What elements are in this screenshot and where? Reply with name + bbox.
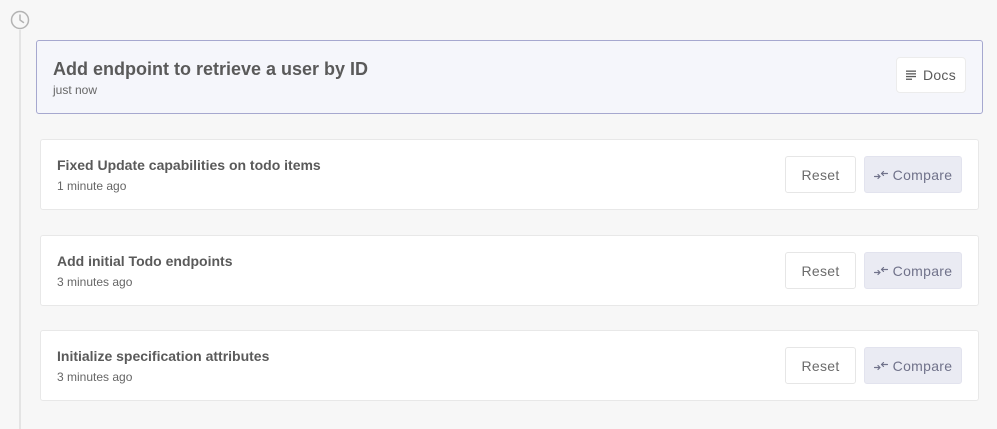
history-item-title: Add initial Todo endpoints <box>57 253 233 269</box>
compare-button-label: Compare <box>892 357 953 374</box>
compare-arrows-icon <box>873 266 888 276</box>
history-item-actions: Reset Compare <box>785 347 962 384</box>
compare-button[interactable]: Compare <box>864 252 962 289</box>
history-item-actions: Reset Compare <box>785 252 962 289</box>
reset-button[interactable]: Reset <box>785 252 856 289</box>
compare-button[interactable]: Compare <box>864 347 962 384</box>
reset-button[interactable]: Reset <box>785 347 856 384</box>
docs-button[interactable]: Docs <box>896 57 966 93</box>
timeline-line <box>19 30 21 429</box>
compare-arrows-icon <box>873 361 888 371</box>
history-item-title: Fixed Update capabilities on todo items <box>57 157 321 173</box>
history-item-time: 3 minutes ago <box>57 275 133 289</box>
reset-button[interactable]: Reset <box>785 156 856 193</box>
history-item: Fixed Update capabilities on todo items … <box>40 139 979 210</box>
compare-button-label: Compare <box>892 262 953 279</box>
compare-arrows-icon <box>873 170 888 180</box>
current-version-card: Add endpoint to retrieve a user by ID ju… <box>36 40 983 114</box>
current-version-time: just now <box>53 83 98 97</box>
history-item-title: Initialize specification attributes <box>57 348 270 364</box>
history-item: Initialize specification attributes 3 mi… <box>40 330 979 401</box>
history-item-time: 3 minutes ago <box>57 370 133 384</box>
docs-button-label: Docs <box>922 67 957 83</box>
compare-button[interactable]: Compare <box>864 156 962 193</box>
history-item-actions: Reset Compare <box>785 156 962 193</box>
compare-button-label: Compare <box>892 166 953 183</box>
list-lines-icon <box>905 70 917 80</box>
history-item: Add initial Todo endpoints 3 minutes ago… <box>40 235 979 306</box>
clock-icon <box>10 10 30 30</box>
current-version-title: Add endpoint to retrieve a user by ID <box>53 59 369 79</box>
change-history-page: Add endpoint to retrieve a user by ID ju… <box>0 0 997 429</box>
history-item-time: 1 minute ago <box>57 179 127 193</box>
